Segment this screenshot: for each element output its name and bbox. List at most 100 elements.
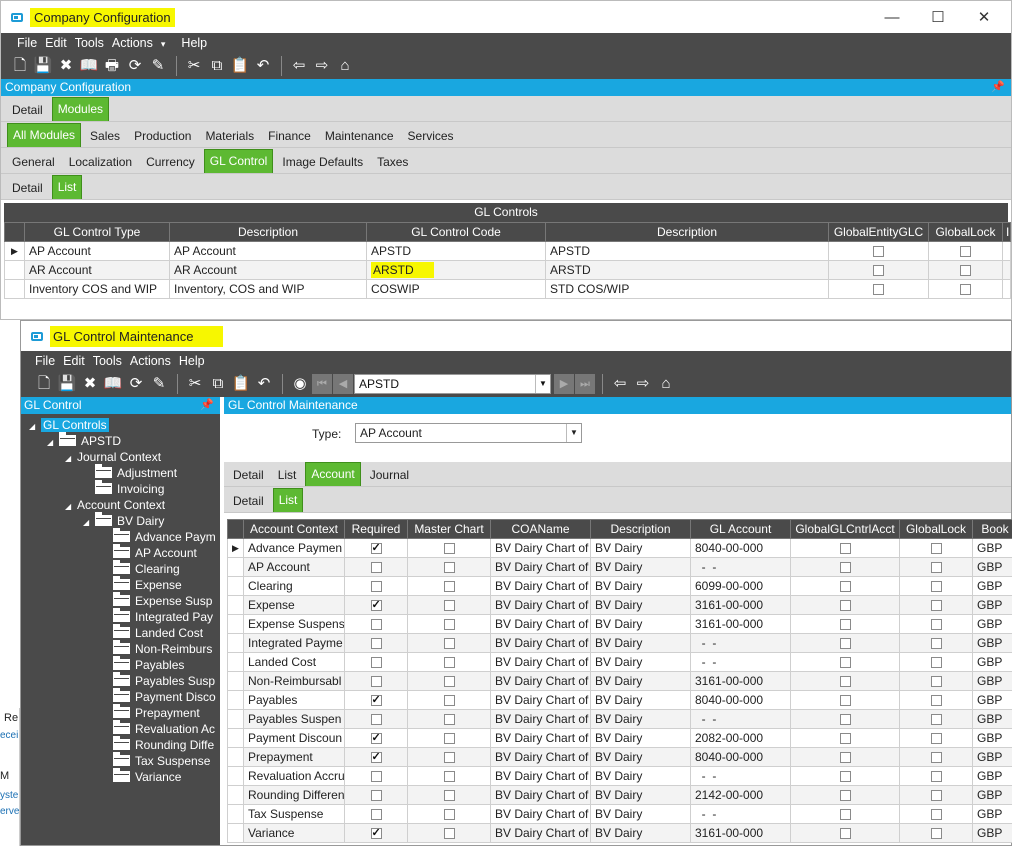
checkbox[interactable] (930, 676, 942, 688)
cell[interactable]: BV Dairy (590, 614, 691, 634)
cell[interactable]: AR Account (24, 260, 170, 280)
table-row[interactable]: AP Account BV Dairy Chart of BV Dairy - - G… (227, 557, 1012, 577)
tab-detail[interactable]: Detail (228, 490, 269, 512)
cell[interactable]: BV Dairy (590, 709, 691, 729)
checkbox[interactable] (839, 543, 851, 555)
column-header[interactable]: Master Chart (407, 519, 491, 539)
tree-node[interactable]: Expense Susp (101, 592, 212, 609)
checkbox[interactable] (443, 714, 455, 726)
cell[interactable]: STD COS/WIP (545, 279, 829, 299)
tab-detail[interactable]: Detail (7, 177, 48, 199)
menu-help[interactable]: Help (179, 354, 205, 368)
paste-icon[interactable]: 📋 (229, 55, 251, 77)
tree-node[interactable]: Non-Reimburs (101, 640, 212, 657)
table-row[interactable]: Prepayment BV Dairy Chart ofBV Dairy8040-… (227, 747, 1012, 767)
checkbox[interactable] (370, 731, 382, 745)
cell[interactable]: Integrated Payme (243, 633, 345, 653)
tree-node[interactable]: Payables (101, 656, 184, 673)
tab-materials[interactable]: Materials (200, 125, 259, 147)
cell[interactable]: BV Dairy (590, 823, 691, 843)
checkbox[interactable] (839, 790, 851, 802)
previous-record-icon[interactable]: ◀ (333, 374, 353, 394)
cell[interactable]: Inventory COS and WIP (24, 279, 170, 299)
checkbox[interactable] (930, 619, 942, 631)
table-row[interactable]: Variance BV Dairy Chart ofBV Dairy3161-00… (227, 823, 1012, 843)
cell[interactable]: BV Dairy Chart of (490, 652, 591, 672)
checkbox[interactable] (873, 284, 884, 296)
tree-node[interactable]: Clearing (101, 560, 180, 577)
table-row[interactable]: Payables Suspen BV Dairy Chart of BV Dairy… (227, 709, 1012, 729)
table-row[interactable]: AR Account AR Account ARSTD ARSTD (4, 260, 1011, 280)
tab-modules[interactable]: Modules (51, 97, 110, 121)
expand-triangle-icon[interactable]: ◢ (29, 419, 41, 435)
table-row[interactable]: Inventory COS and WIP Inventory, COS and… (4, 279, 1011, 299)
cell[interactable]: BV Dairy (590, 557, 691, 577)
tab-list[interactable]: List (51, 175, 83, 199)
refresh-icon[interactable]: ⟳ (125, 373, 147, 395)
copy-icon[interactable]: ⧉ (207, 373, 229, 395)
home-icon[interactable]: ⌂ (655, 373, 677, 395)
tab-maintenance[interactable]: Maintenance (320, 125, 399, 147)
cell[interactable]: APSTD (545, 241, 829, 261)
forward-icon[interactable]: ⇨ (311, 55, 333, 77)
checkbox[interactable] (443, 581, 455, 593)
checkbox[interactable] (873, 265, 884, 277)
minimize-button[interactable]: — (869, 7, 915, 29)
column-header[interactable]: Description (169, 222, 367, 242)
checkbox[interactable] (839, 581, 851, 593)
cell[interactable]: GBP (972, 671, 1012, 691)
cell[interactable]: GBP (972, 709, 1012, 729)
cell[interactable]: BV Dairy Chart of (490, 595, 591, 615)
checkbox[interactable] (839, 657, 851, 669)
cell[interactable]: BV Dairy Chart of (490, 804, 591, 824)
print-icon[interactable]: 🖶 (101, 55, 123, 77)
cell[interactable]: BV Dairy (590, 538, 691, 558)
checkbox[interactable] (839, 619, 851, 631)
tree-node[interactable]: ◢ Journal Context (65, 449, 161, 465)
checkbox[interactable] (930, 562, 942, 574)
cell[interactable]: AP Account (24, 241, 170, 261)
column-header[interactable]: GlobalLock (928, 222, 1003, 242)
cell[interactable]: BV Dairy (590, 671, 691, 691)
checkbox[interactable] (443, 638, 455, 650)
cell[interactable]: Expense (243, 595, 345, 615)
tab-production[interactable]: Production (129, 125, 196, 147)
cell[interactable]: 8040-00-000 (690, 690, 791, 710)
cell[interactable]: Non-Reimbursabl (243, 671, 345, 691)
tab-taxes[interactable]: Taxes (372, 151, 413, 173)
menu-edit[interactable]: Edit (63, 354, 85, 368)
save-icon[interactable]: 💾 (32, 55, 54, 77)
checkbox[interactable] (960, 284, 971, 296)
cell[interactable]: 3161-00-000 (690, 671, 791, 691)
checkbox[interactable] (930, 790, 942, 802)
cell[interactable]: BV Dairy Chart of (490, 633, 591, 653)
cell[interactable]: 3161-00-000 (690, 595, 791, 615)
checkbox[interactable] (839, 733, 851, 745)
tab-journal[interactable]: Journal (365, 464, 414, 486)
checkbox[interactable] (443, 752, 455, 764)
cell[interactable]: 8040-00-000 (690, 538, 791, 558)
delete-icon[interactable]: ✖ (55, 55, 77, 77)
checkbox[interactable] (370, 693, 382, 707)
menu-edit[interactable]: Edit (45, 36, 67, 50)
tree-node[interactable]: Integrated Pay (101, 608, 213, 625)
checkbox[interactable] (370, 598, 382, 612)
tree-node[interactable]: Variance (101, 768, 181, 785)
column-header[interactable]: I (1002, 222, 1011, 242)
cell[interactable]: GBP (972, 614, 1012, 634)
cell[interactable]: BV Dairy Chart of (490, 614, 591, 634)
column-header[interactable]: GlobalGLCntrlAcct (790, 519, 900, 539)
checkbox[interactable] (930, 600, 942, 612)
checkbox[interactable] (873, 246, 884, 258)
cell[interactable]: 2082-00-000 (690, 728, 791, 748)
checkbox[interactable] (930, 714, 942, 726)
checkbox[interactable] (370, 790, 382, 802)
expand-triangle-icon[interactable]: ◢ (47, 435, 59, 451)
checkbox[interactable] (443, 790, 455, 802)
column-header[interactable]: COAName (490, 519, 591, 539)
pin-icon[interactable]: 📌 (991, 79, 1005, 96)
column-header[interactable]: Description (545, 222, 829, 242)
checkbox[interactable] (443, 733, 455, 745)
cell[interactable]: GBP (972, 652, 1012, 672)
tab-services[interactable]: Services (403, 125, 459, 147)
